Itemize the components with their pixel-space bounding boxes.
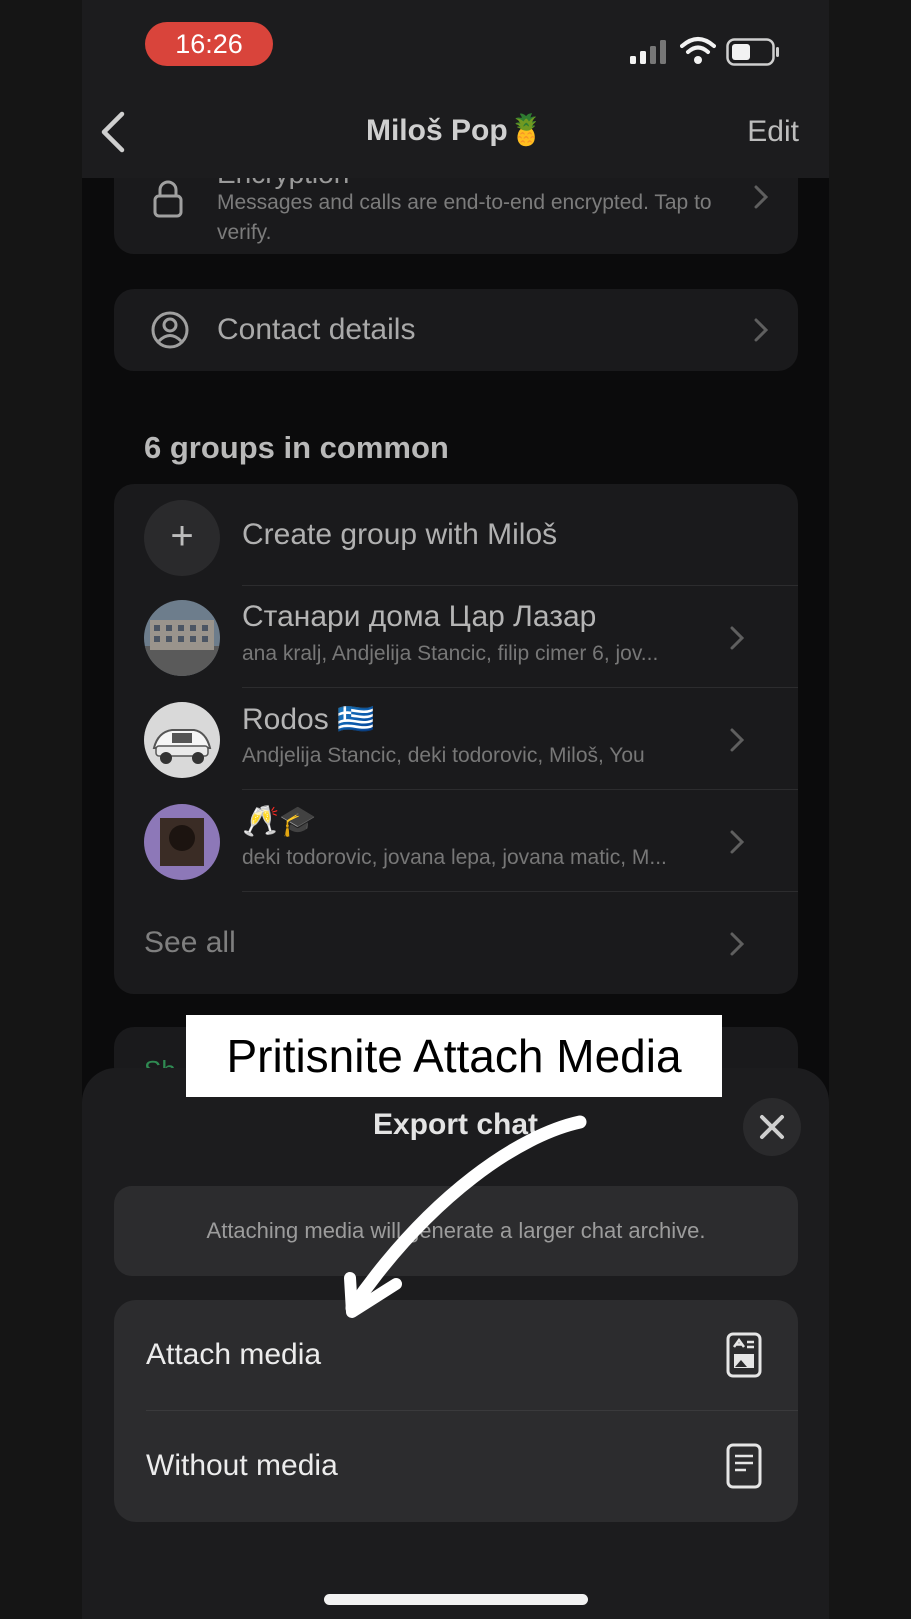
info-box: Attaching media will generate a larger c… [114, 1186, 798, 1276]
status-time: 16:26 [145, 22, 273, 66]
chevron-right-icon [754, 185, 769, 209]
group-members: deki todorovic, jovana lepa, jovana mati… [242, 846, 667, 869]
without-media-label: Without media [146, 1449, 338, 1482]
back-chevron-icon[interactable] [96, 110, 132, 154]
contact-details-row[interactable]: Contact details [114, 289, 798, 371]
contact-name-title: Miloš Pop🍍 [365, 114, 546, 147]
edit-button[interactable]: Edit [747, 115, 799, 149]
group-members: ana kralj, Andjelija Stancic, filip cime… [242, 642, 659, 665]
group-row[interactable]: 🥂🎓 deki todorovic, jovana lepa, jovana m… [114, 790, 798, 892]
see-all-row[interactable]: See all [114, 892, 798, 994]
chevron-right-icon [730, 830, 745, 854]
contact-details-label: Contact details [217, 313, 416, 346]
group-members: Andjelija Stancic, deki todorovic, Miloš… [242, 744, 645, 767]
chevron-right-icon [730, 932, 745, 956]
top-bar: 16:26 Miloš Pop🍍 Edit [82, 0, 829, 178]
group-title: Станари дома Цар Лазар [242, 600, 597, 633]
lock-icon [153, 180, 183, 218]
create-group-label: Create group with Miloš [242, 518, 558, 551]
document-media-icon [726, 1332, 762, 1378]
sheet-title: Export chat [372, 1108, 539, 1141]
phone-screen: 16:26 Miloš Pop🍍 Edit Encryption [82, 0, 829, 1619]
attach-media-label: Attach media [146, 1338, 322, 1371]
group-row[interactable]: Rodos 🇬🇷 Andjelija Stancic, deki todorov… [114, 688, 798, 790]
person-circle-icon [151, 311, 189, 349]
group-avatar [144, 804, 220, 880]
groups-in-common-list: + Create group with Miloš Станари дома Ц… [114, 484, 798, 994]
create-group-row[interactable]: + Create group with Miloš [114, 484, 798, 586]
chevron-right-icon [730, 728, 745, 752]
group-title: 🥂🎓 [242, 805, 317, 838]
tutorial-caption: Pritisnite Attach Media [186, 1015, 722, 1097]
chevron-right-icon [730, 626, 745, 650]
group-title: Rodos 🇬🇷 [242, 703, 375, 736]
groups-section-title: 6 groups in common [144, 430, 449, 465]
encryption-subtitle: Messages and calls are end-to-end encryp… [217, 191, 712, 244]
attach-media-option[interactable]: Attach media [114, 1300, 798, 1411]
without-media-option[interactable]: Without media [114, 1411, 798, 1521]
document-text-icon [726, 1443, 762, 1489]
chevron-right-icon [754, 318, 769, 342]
see-all-label: See all [144, 926, 236, 959]
export-options: Attach media Without media [114, 1300, 798, 1522]
group-avatar [144, 600, 220, 676]
home-indicator[interactable] [324, 1594, 588, 1605]
close-button[interactable] [743, 1098, 801, 1156]
cellular-signal-icon [630, 40, 666, 64]
group-row[interactable]: Станари дома Цар Лазар ana kralj, Andjel… [114, 586, 798, 688]
plus-icon: + [144, 500, 220, 576]
export-chat-sheet: Export chat Attaching media will generat… [82, 1068, 829, 1619]
battery-icon [726, 38, 779, 66]
info-text: Attaching media will generate a larger c… [206, 1218, 706, 1243]
wifi-icon [680, 37, 716, 64]
close-icon [760, 1115, 784, 1139]
group-avatar [144, 702, 220, 778]
